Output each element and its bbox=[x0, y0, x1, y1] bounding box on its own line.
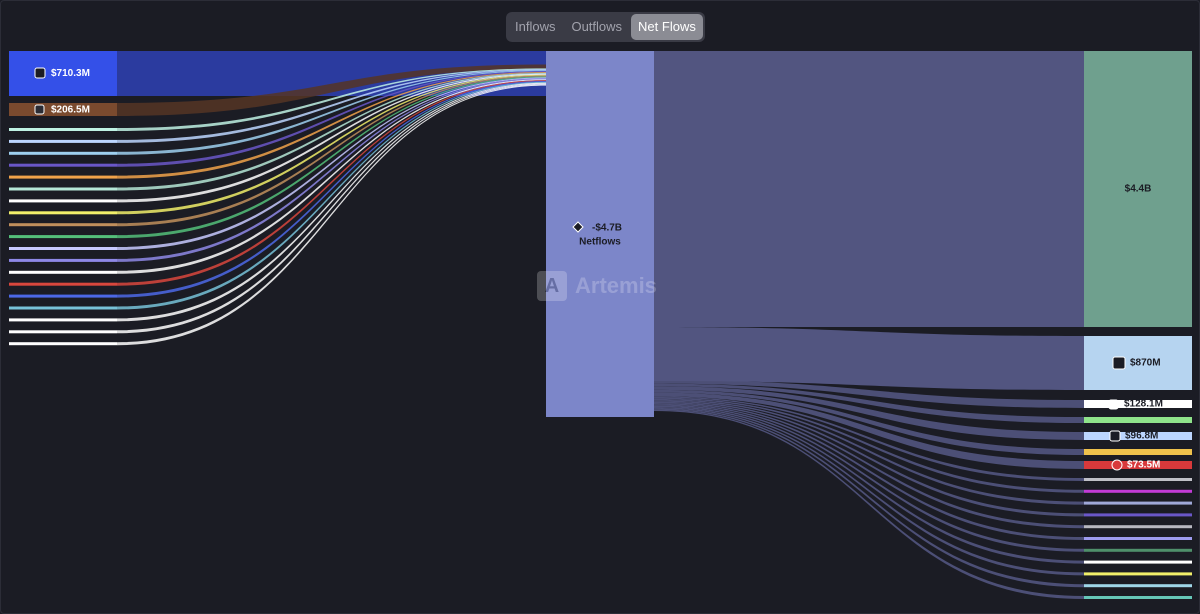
target-value-4: $96.8M bbox=[1125, 431, 1158, 442]
chain-logo-icon bbox=[34, 104, 45, 115]
artemis-logo-icon: A bbox=[537, 271, 567, 301]
source-node-19 bbox=[9, 330, 117, 334]
center-value: -$4.7B bbox=[592, 223, 622, 234]
target-value-6: $73.5M bbox=[1127, 460, 1160, 471]
source-node-12 bbox=[9, 247, 117, 250]
red-circle-logo-icon bbox=[1111, 459, 1123, 471]
target-value-2: $128.1M bbox=[1124, 399, 1163, 410]
source-node-2 bbox=[9, 128, 117, 131]
coin-logo-icon bbox=[1112, 356, 1126, 370]
target-value-0: $4.4B bbox=[1125, 184, 1152, 195]
target-node-14 bbox=[1084, 560, 1192, 564]
source-link-20 bbox=[117, 84, 546, 346]
slash-logo-icon bbox=[1109, 430, 1121, 442]
center-label: Netflows bbox=[579, 237, 621, 248]
source-node-10 bbox=[9, 223, 117, 227]
center-node-netflows bbox=[546, 51, 654, 417]
source-node-13 bbox=[9, 258, 117, 262]
target-link-1 bbox=[654, 327, 1084, 390]
source-node-20 bbox=[9, 342, 117, 346]
target-node-7 bbox=[1084, 478, 1192, 481]
target-node-9 bbox=[1084, 501, 1192, 505]
target-node-3 bbox=[1084, 417, 1192, 423]
source-node-8 bbox=[9, 199, 117, 203]
source-node-18 bbox=[9, 318, 117, 322]
source-node-3 bbox=[9, 139, 117, 143]
target-node-15 bbox=[1084, 572, 1192, 576]
sankey-chart: $710.3M $206.5M -$4.7B Netflows $4.4B $870M $1… bbox=[9, 51, 1192, 599]
target-node-8 bbox=[1084, 489, 1192, 493]
target-node-12 bbox=[1084, 537, 1192, 540]
source-node-6 bbox=[9, 175, 117, 179]
target-node-13 bbox=[1084, 548, 1192, 552]
source-node-4 bbox=[9, 151, 117, 155]
target-node-16 bbox=[1084, 584, 1192, 588]
artemis-watermark: A Artemis bbox=[537, 270, 657, 302]
target-node-5 bbox=[1084, 449, 1192, 455]
square-logo-icon bbox=[34, 67, 46, 79]
source-node-14 bbox=[9, 270, 117, 274]
source-node-16 bbox=[9, 294, 117, 298]
minus-logo-icon bbox=[1108, 399, 1119, 410]
source-value-1: $206.5M bbox=[51, 105, 90, 116]
target-link-0 bbox=[654, 51, 1084, 327]
source-value-0: $710.3M bbox=[51, 68, 90, 79]
target-value-1: $870M bbox=[1130, 358, 1161, 369]
source-node-11 bbox=[9, 235, 117, 239]
source-node-9 bbox=[9, 211, 117, 215]
target-node-11 bbox=[1084, 525, 1192, 529]
source-node-5 bbox=[9, 163, 117, 167]
source-node-15 bbox=[9, 282, 117, 286]
source-node-7 bbox=[9, 187, 117, 191]
target-node-17 bbox=[1084, 596, 1192, 599]
watermark-text: Artemis bbox=[575, 273, 657, 298]
target-node-10 bbox=[1084, 513, 1192, 517]
source-node-17 bbox=[9, 306, 117, 310]
